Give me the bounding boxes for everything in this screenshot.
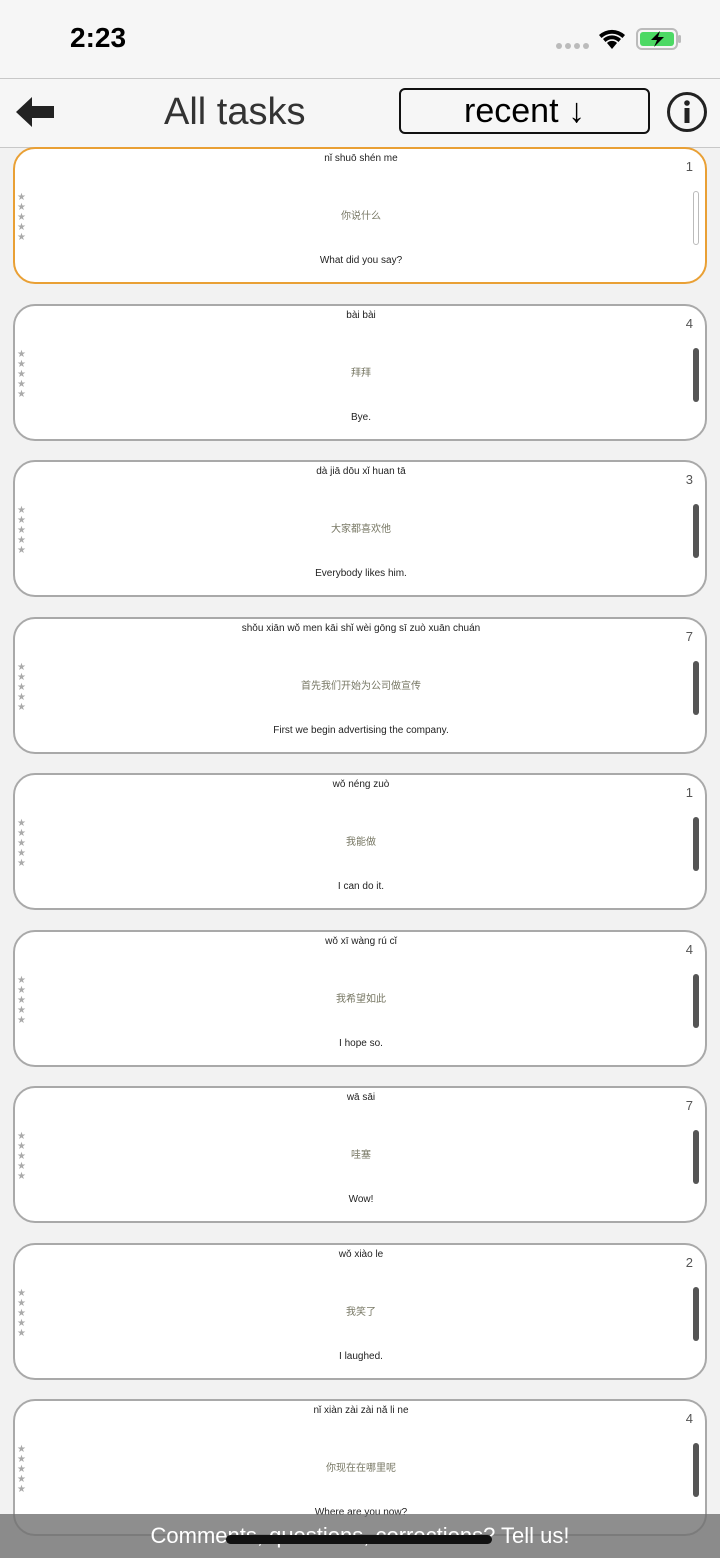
task-pinyin: shǒu xiān wǒ men kāi shǐ wèi gōng sī zuò…: [241, 623, 481, 634]
task-list[interactable]: ★★★★★ nǐ shuō shén me 你说什么 What did you say…: [0, 147, 720, 1558]
task-count-badge: 4: [685, 316, 693, 331]
sort-order-button[interactable]: recent ↓: [399, 88, 650, 134]
wifi-icon: [599, 29, 625, 49]
task-count-badge: 7: [685, 629, 693, 644]
card-scroll-indicator: [693, 1130, 699, 1184]
card-scroll-indicator: [693, 1287, 699, 1341]
task-card[interactable]: ★★★★★ bài bài 拜拜 Bye. 4: [13, 304, 707, 441]
task-translation: Wow!: [348, 1194, 374, 1205]
task-hanzi: 我笑了: [346, 1307, 376, 1318]
task-pinyin: dà jiā dōu xǐ huan tā: [316, 466, 406, 477]
card-scroll-indicator: [693, 817, 699, 871]
task-pinyin: wā sāi: [346, 1092, 376, 1103]
task-hanzi: 拜拜: [351, 368, 371, 379]
task-pinyin: wǒ néng zuò: [332, 779, 390, 790]
status-bar: 2:23: [0, 0, 720, 78]
task-translation: What did you say?: [319, 255, 403, 266]
card-scroll-indicator: [693, 974, 699, 1028]
task-card[interactable]: ★★★★★ wǒ xiào le 我笑了 I laughed. 2: [13, 1243, 707, 1380]
card-scroll-indicator: [693, 1443, 699, 1497]
task-translation: I can do it.: [337, 881, 385, 892]
battery-charging-icon: [636, 28, 681, 50]
task-card[interactable]: ★★★★★ dà jiā dōu xǐ huan tā 大家都喜欢他 Everybod…: [13, 460, 707, 597]
task-translation: First we begin advertising the company.: [273, 725, 449, 736]
task-card[interactable]: ★★★★★ shǒu xiān wǒ men kāi shǐ wèi gōng s…: [13, 617, 707, 754]
task-hanzi: 我能做: [346, 837, 376, 848]
info-icon: [667, 92, 707, 132]
task-count-badge: 1: [685, 785, 693, 800]
task-count-badge: 3: [685, 472, 693, 487]
header-bar: All tasks recent ↓: [0, 78, 720, 148]
task-pinyin: bài bài: [346, 310, 376, 321]
task-translation: I hope so.: [339, 1038, 383, 1049]
home-indicator: [226, 1535, 492, 1544]
task-translation: Bye.: [350, 412, 371, 423]
task-hanzi: 大家都喜欢他: [331, 524, 391, 535]
card-scroll-indicator: [693, 661, 699, 715]
task-translation: Everybody likes him.: [315, 568, 407, 579]
card-scroll-indicator: [693, 348, 699, 402]
task-pinyin: wǒ xī wàng rú cǐ: [325, 936, 397, 947]
task-card[interactable]: ★★★★★ wǒ xī wàng rú cǐ 我希望如此 I hope so. 4: [13, 930, 707, 1067]
task-card[interactable]: ★★★★★ wǒ néng zuò 我能做 I can do it. 1: [13, 773, 707, 910]
task-translation: I laughed.: [339, 1351, 383, 1362]
task-count-badge: 4: [685, 1411, 693, 1426]
task-hanzi: 首先我们开始为公司做宣传: [301, 681, 421, 692]
task-pinyin: nǐ shuō shén me: [324, 153, 398, 164]
task-hanzi: 你现在在哪里呢: [326, 1463, 396, 1474]
status-time: 2:23: [70, 22, 127, 53]
task-hanzi: 你说什么: [341, 211, 381, 222]
task-count-badge: 7: [685, 1098, 693, 1113]
card-scroll-indicator: [693, 191, 699, 245]
card-scroll-indicator: [693, 504, 699, 558]
task-count-badge: 1: [685, 159, 693, 174]
task-hanzi: 我希望如此: [336, 994, 386, 1005]
cellular-signal-icon: [556, 43, 589, 49]
task-card[interactable]: ★★★★★ nǐ shuō shén me 你说什么 What did you say…: [13, 147, 707, 284]
task-pinyin: nǐ xiàn zài zài nǎ li ne: [313, 1405, 409, 1416]
task-count-badge: 2: [685, 1255, 693, 1270]
task-count-badge: 4: [685, 942, 693, 957]
task-hanzi: 哇塞: [351, 1150, 371, 1161]
arrow-left-icon: [16, 97, 54, 127]
info-button[interactable]: [666, 91, 708, 133]
task-pinyin: wǒ xiào le: [338, 1249, 384, 1260]
back-button[interactable]: [14, 95, 56, 129]
task-card[interactable]: ★★★★★ wā sāi 哇塞 Wow! 7: [13, 1086, 707, 1223]
page-title: All tasks: [164, 91, 306, 133]
